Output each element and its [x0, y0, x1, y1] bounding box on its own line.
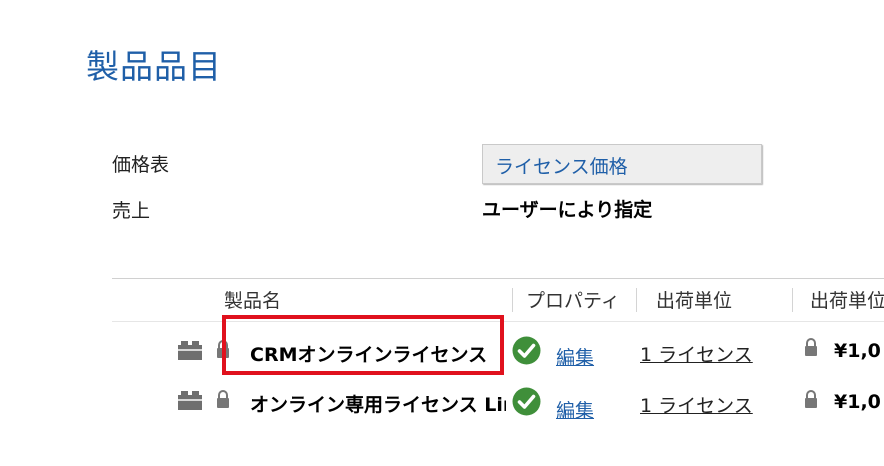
product-name[interactable]: CRMオンラインライセンス [250, 340, 490, 367]
grid-header-border [112, 321, 884, 322]
column-header-unit-price[interactable]: 出荷単位 [810, 286, 884, 313]
lock-icon [805, 390, 817, 408]
column-header-property[interactable]: プロパティ [526, 286, 620, 313]
column-separator [512, 288, 513, 312]
column-header-unit[interactable]: 出荷単位 [656, 286, 732, 313]
sales-value: ユーザーにより指定 [482, 199, 653, 221]
page-title: 製品品目 [86, 47, 222, 86]
column-separator [636, 288, 637, 312]
product-box-icon [178, 341, 202, 360]
unit-link[interactable]: 1 ライセンス [640, 340, 753, 367]
product-box-icon [178, 391, 202, 410]
check-circle-icon [512, 387, 541, 416]
lock-icon [217, 340, 229, 358]
unit-price-value: ¥1,0 [834, 340, 881, 362]
lock-icon [805, 338, 817, 356]
price-list-field[interactable]: ライセンス価格 [482, 144, 762, 184]
edit-property-link[interactable]: 編集 [556, 396, 594, 423]
price-list-value[interactable]: ライセンス価格 [495, 152, 628, 179]
column-separator [792, 288, 793, 312]
grid-top-border [112, 278, 884, 279]
check-circle-icon [512, 336, 541, 365]
price-list-label: 価格表 [112, 154, 170, 176]
edit-property-link[interactable]: 編集 [556, 343, 594, 370]
unit-price-value: ¥1,0 [834, 391, 881, 413]
product-name[interactable]: オンライン専用ライセンス Lin [250, 390, 506, 417]
unit-link[interactable]: 1 ライセンス [640, 391, 753, 418]
column-header-product-name[interactable]: 製品名 [224, 286, 281, 313]
sales-label: 売上 [112, 200, 151, 222]
lock-icon [217, 390, 229, 408]
